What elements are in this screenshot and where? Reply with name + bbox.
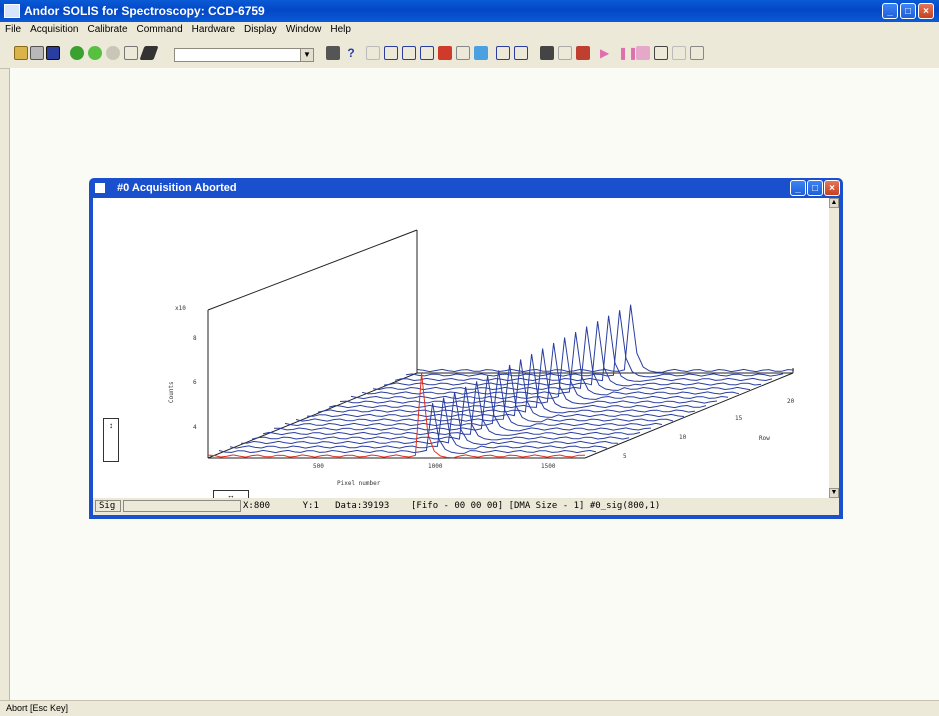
colors-icon[interactable] (456, 46, 470, 60)
y-tick-label-8: 8 (193, 335, 197, 342)
status-field-empty (123, 500, 241, 512)
menu-calibrate[interactable]: Calibrate (82, 22, 131, 35)
traces (207, 304, 795, 459)
image-icon[interactable] (540, 46, 554, 60)
help-icon[interactable]: ? (344, 46, 358, 60)
menu-window[interactable]: Window (281, 22, 326, 35)
x-tick-label-1500: 1500 (541, 463, 556, 470)
kinetic-icon[interactable] (654, 46, 668, 60)
child-close-button[interactable]: × (824, 180, 840, 196)
wand-icon[interactable] (139, 46, 159, 60)
pause-icon[interactable]: ❚❚ (618, 46, 638, 60)
z-tick-label-20: 20 (787, 398, 795, 405)
z-axis-label: Row (759, 435, 770, 442)
display-mode-icon[interactable] (474, 46, 488, 60)
stop-icon[interactable] (636, 46, 650, 60)
child-minimize-button[interactable]: _ (790, 180, 806, 196)
overlay-icon[interactable] (514, 46, 528, 60)
properties-icon[interactable] (326, 46, 340, 60)
acquisition-window: #0 Acquisition Aborted _ □ × 500 1000 15… (89, 178, 843, 519)
child-maximize-button[interactable]: □ (807, 180, 823, 196)
trace-row-20 (416, 304, 795, 373)
unlink-icon[interactable] (672, 46, 686, 60)
open-icon[interactable] (14, 46, 28, 60)
x-axis-label: Pixel number (337, 480, 381, 487)
x-tick-label-1000: 1000 (428, 463, 443, 470)
spool-icon[interactable] (576, 46, 590, 60)
child-title-bar: #0 Acquisition Aborted _ □ × (89, 178, 843, 198)
menu-bar: File Acquisition Calibrate Command Hardware D… (0, 22, 939, 38)
app-title: Andor SOLIS for Spectroscopy: CCD-6759 (24, 4, 265, 18)
chevron-down-icon[interactable]: ▼ (300, 49, 313, 61)
menu-acquisition[interactable]: Acquisition (25, 22, 82, 35)
status-bar: Abort [Esc Key] (0, 700, 939, 716)
scroll-up-button[interactable]: ▲ (829, 198, 839, 208)
y-scale-label: x10 (175, 305, 186, 312)
trace-row-14 (350, 337, 729, 400)
trace-row-19 (405, 310, 784, 378)
trace-row-6 (262, 381, 641, 436)
peak-icon[interactable] (438, 46, 452, 60)
trace-row-4 (240, 392, 619, 445)
app-icon (4, 4, 20, 18)
z-tick-label-5: 5 (623, 453, 627, 460)
y-zoom-icon[interactable]: ↕ (103, 418, 119, 462)
y-tick-label-4: 4 (193, 424, 197, 431)
close-button[interactable]: × (918, 3, 934, 19)
status-fifo: [Fifo - 00 00 00] (411, 501, 504, 511)
undo-icon[interactable] (124, 46, 138, 60)
scale-both-icon[interactable] (420, 46, 434, 60)
region-icon[interactable] (558, 46, 572, 60)
status-text: Abort [Esc Key] (6, 703, 69, 713)
autoscale-green-icon[interactable] (88, 46, 102, 60)
menu-display[interactable]: Display (239, 22, 281, 35)
y-tick-label-6: 6 (193, 379, 197, 386)
menu-hardware[interactable]: Hardware (187, 22, 239, 35)
trace-row-17 (383, 321, 762, 387)
scroll-down-button[interactable]: ▼ (829, 488, 839, 498)
plot-axes (207, 229, 794, 459)
acquire-green-icon[interactable] (70, 46, 84, 60)
3d-icon[interactable] (496, 46, 510, 60)
child-title: #0 Acquisition Aborted (117, 182, 237, 194)
trace-row-15 (361, 332, 740, 396)
status-info: X:800 Y:1 Data:39193 [Fifo - 00 00 00] [… (243, 501, 660, 511)
status-ref: #0_sig(800,1) (589, 501, 661, 511)
status-dma: [DMA Size - 1] (508, 501, 585, 511)
signal-field[interactable]: Sig (95, 500, 121, 512)
plot-area[interactable]: 500 1000 1500 4 6 8 x10 5 10 15 20 Pixel… (93, 198, 829, 502)
toolbar-combo[interactable]: ▼ (174, 48, 314, 62)
minimize-button[interactable]: _ (882, 3, 898, 19)
scale-y-icon[interactable] (402, 46, 416, 60)
status-y: Y:1 (302, 501, 319, 511)
child-status-bar: Sig X:800 Y:1 Data:39193 [Fifo - 00 00 0… (93, 498, 839, 515)
menu-help[interactable]: Help (325, 22, 355, 35)
menu-file[interactable]: File (0, 22, 25, 35)
menu-command[interactable]: Command (132, 22, 187, 35)
trace-row-12 (328, 348, 707, 409)
z-tick-label-10: 10 (679, 434, 687, 441)
zoom-icon[interactable] (366, 46, 380, 60)
vertical-scrollbar[interactable]: ▲ ▼ (829, 198, 839, 498)
waterfall-plot[interactable]: 500 1000 1500 4 6 8 x10 5 10 15 20 Pixel… (93, 198, 829, 498)
run-icon[interactable] (106, 46, 120, 60)
y-axis-label: Counts (168, 381, 175, 403)
trace-row-11 (317, 353, 696, 414)
trace-row-16 (372, 326, 751, 391)
status-x: X:800 (243, 501, 271, 511)
print-icon[interactable] (30, 46, 44, 60)
toolbar: ▼ ? ▶ ❚❚ (0, 38, 939, 69)
save-icon[interactable] (46, 46, 60, 60)
child-window-icon (95, 183, 105, 193)
trace-row-5 (251, 386, 630, 441)
app-title-bar: Andor SOLIS for Spectroscopy: CCD-6759 _… (0, 0, 939, 22)
maximize-button[interactable]: □ (900, 3, 916, 19)
z-tick-label-15: 15 (735, 415, 743, 422)
tick-labels: 500 1000 1500 4 6 8 x10 5 10 15 20 Pixel… (168, 305, 795, 487)
tools-icon[interactable] (690, 46, 704, 60)
x-tick-label-500: 500 (313, 463, 324, 470)
status-data: Data:39193 (335, 501, 390, 511)
play-icon[interactable]: ▶ (600, 46, 614, 60)
scale-x-icon[interactable] (384, 46, 398, 60)
